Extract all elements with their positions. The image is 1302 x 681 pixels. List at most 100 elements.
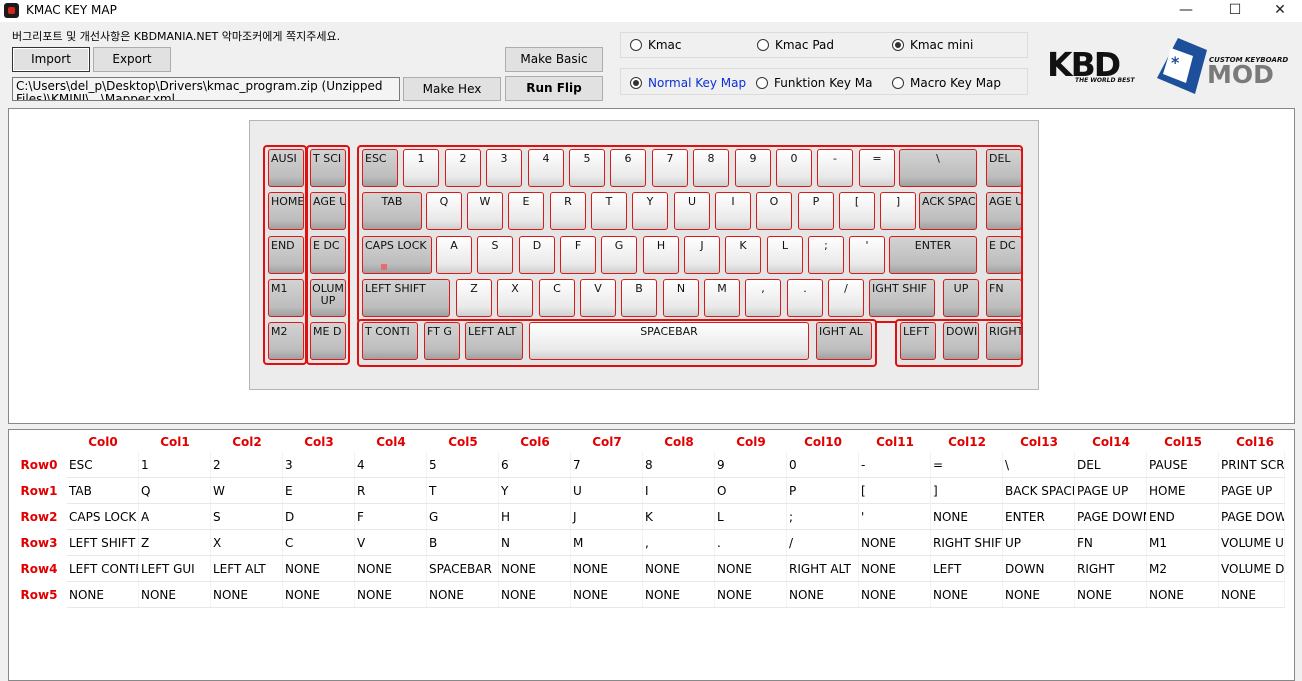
keymap-cell[interactable]: NONE [859,530,931,556]
keymap-cell[interactable]: , [643,530,715,556]
keymap-cell[interactable]: NONE [1147,582,1219,608]
key-cap[interactable]: A [436,236,472,274]
keymap-cell[interactable]: NONE [787,582,859,608]
keymap-cell[interactable]: END [1147,504,1219,530]
key-cap[interactable]: M1 [268,279,304,317]
key-cap[interactable]: T CONTI [362,322,418,360]
key-cap[interactable]: OLUM UP [310,279,346,317]
keymap-cell[interactable]: PRINT SCREEN [1219,452,1285,478]
keymap-cell[interactable]: ENTER [1003,504,1075,530]
import-button[interactable]: Import [12,47,90,72]
key-cap[interactable]: S [477,236,513,274]
keymap-cell[interactable]: 8 [643,452,715,478]
key-cap[interactable]: / [828,279,864,317]
radio-kmac[interactable]: Kmac [630,38,750,52]
key-cap[interactable]: M [704,279,740,317]
keymap-cell[interactable]: VOLUME UP [1219,530,1285,556]
keymap-cell[interactable]: RIGHT SHIFT [931,530,1003,556]
keymap-cell[interactable]: UP [1003,530,1075,556]
keymap-cell[interactable]: M2 [1147,556,1219,582]
key-cap[interactable]: [ [839,192,875,230]
key-cap[interactable]: ] [880,192,916,230]
key-cap[interactable]: FN [986,279,1022,317]
key-cap[interactable]: AGE U [310,192,346,230]
keymap-cell[interactable]: [ [859,478,931,504]
key-cap[interactable]: AGE U [986,192,1022,230]
keymap-cell[interactable]: SPACEBAR [427,556,499,582]
radio-normal-key-map[interactable]: Normal Key Map [630,76,748,90]
run-flip-button[interactable]: Run Flip [505,76,603,101]
keymap-cell[interactable]: NONE [931,582,1003,608]
key-cap[interactable]: H [643,236,679,274]
keymap-cell[interactable]: NONE [499,582,571,608]
keymap-cell[interactable]: X [211,530,283,556]
key-cap[interactable]: DOWI [943,322,979,360]
keymap-cell[interactable]: NONE [859,582,931,608]
keymap-cell[interactable]: BACK SPACE [1003,478,1075,504]
keymap-cell[interactable]: LEFT ALT [211,556,283,582]
key-cap[interactable]: J [684,236,720,274]
keymap-cell[interactable]: NONE [283,582,355,608]
keymap-cell[interactable]: 9 [715,452,787,478]
key-cap[interactable]: R [550,192,586,230]
export-button[interactable]: Export [93,47,171,72]
keymap-cell[interactable]: . [715,530,787,556]
keymap-cell[interactable]: G [427,504,499,530]
key-cap[interactable]: W [467,192,503,230]
keymap-cell[interactable]: PAGE UP [1219,478,1285,504]
key-cap[interactable]: L [767,236,803,274]
key-cap[interactable]: B [621,279,657,317]
make-hex-button[interactable]: Make Hex [403,77,501,101]
key-cap[interactable]: END [268,236,304,274]
file-path-field[interactable]: C:\Users\del_p\Desktop\Drivers\kmac_prog… [12,77,400,101]
keymap-cell[interactable]: VOLUME DOWN [1219,556,1285,582]
keymap-cell[interactable]: E [283,478,355,504]
keymap-cell[interactable]: 1 [139,452,211,478]
key-cap[interactable]: UP [943,279,979,317]
keymap-cell[interactable]: LEFT CONTROL [67,556,139,582]
radio-macro-key-map[interactable]: Macro Key Map [892,76,1022,90]
keymap-cell[interactable]: F [355,504,427,530]
keymap-cell[interactable]: TAB [67,478,139,504]
key-cap[interactable]: 7 [652,149,688,187]
keymap-cell[interactable]: T [427,478,499,504]
key-cap[interactable]: V [580,279,616,317]
keymap-cell[interactable]: HOME [1147,478,1219,504]
key-cap[interactable]: K [725,236,761,274]
keymap-cell[interactable]: NONE [643,582,715,608]
minimize-button[interactable]: — [1163,0,1209,22]
keymap-cell[interactable]: CAPS LOCK [67,504,139,530]
key-cap[interactable]: ME D [310,322,346,360]
keymap-cell[interactable]: N [499,530,571,556]
keymap-cell[interactable]: NONE [571,556,643,582]
keymap-cell[interactable]: 2 [211,452,283,478]
key-cap[interactable]: \ [899,149,977,187]
keymap-cell[interactable]: NONE [499,556,571,582]
key-cap[interactable]: IGHT AL [816,322,872,360]
key-cap[interactable]: HOME [268,192,304,230]
keymap-cell[interactable]: PAGE UP [1075,478,1147,504]
keymap-cell[interactable]: ; [787,504,859,530]
key-cap[interactable]: 6 [610,149,646,187]
key-cap[interactable]: O [756,192,792,230]
key-cap[interactable]: = [859,149,895,187]
keymap-cell[interactable]: ] [931,478,1003,504]
keymap-cell[interactable]: I [643,478,715,504]
key-cap[interactable]: Y [632,192,668,230]
key-cap[interactable]: P [798,192,834,230]
keymap-cell[interactable]: R [355,478,427,504]
keymap-cell[interactable]: 0 [787,452,859,478]
key-cap[interactable]: FT G [424,322,460,360]
keymap-cell[interactable]: P [787,478,859,504]
key-cap[interactable]: 2 [445,149,481,187]
key-cap[interactable]: T SCI [310,149,346,187]
key-cap[interactable]: Z [456,279,492,317]
key-cap[interactable]: . [787,279,823,317]
keymap-cell[interactable]: NONE [355,582,427,608]
keymap-cell[interactable]: C [283,530,355,556]
key-cap[interactable]: CAPS LOCK [362,236,432,274]
keymap-cell[interactable]: Y [499,478,571,504]
keymap-cell[interactable]: D [283,504,355,530]
keymap-cell[interactable]: NONE [1219,582,1285,608]
key-cap[interactable]: ACK SPAC [919,192,977,230]
